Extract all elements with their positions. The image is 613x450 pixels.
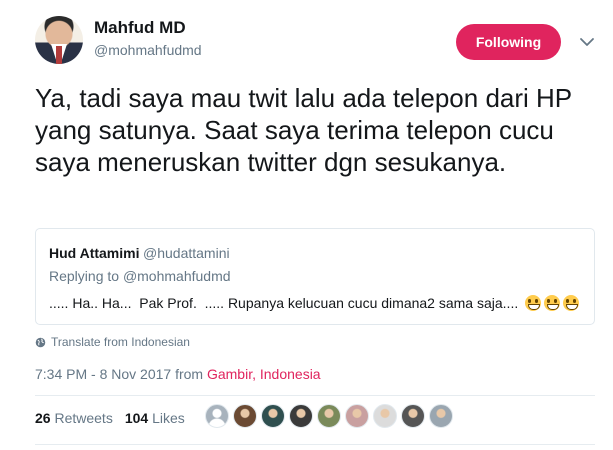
user-avatar-icon[interactable] (233, 404, 257, 428)
author-handle[interactable]: @mohmahfudmd (94, 42, 202, 58)
quoted-tweet-text: ..... Ha.. Ha... Pak Prof. ..... Rupanya… (49, 295, 580, 311)
quoted-tweet[interactable]: Hud Attamimi @hudattamini Replying to @m… (35, 228, 595, 325)
liker-avatars (205, 404, 457, 432)
likes-count: 104 (124, 410, 149, 426)
user-avatar-icon[interactable] (261, 404, 285, 428)
user-avatar-icon[interactable] (429, 404, 453, 428)
quoted-author-handle: @hudattamini (143, 245, 230, 261)
retweets-count: 26 (35, 410, 51, 426)
following-button[interactable]: Following (456, 24, 561, 60)
replying-to: Replying to @mohmahfudmd (49, 268, 231, 284)
user-avatar-icon[interactable] (289, 404, 313, 428)
likes-label: Likes (148, 410, 185, 426)
default-avatar-icon[interactable] (205, 404, 229, 428)
author-name[interactable]: Mahfud MD (94, 18, 186, 38)
user-avatar-icon[interactable] (401, 404, 425, 428)
divider (35, 444, 595, 445)
divider (35, 395, 595, 396)
replying-mention[interactable]: @mohmahfudmd (123, 268, 231, 284)
author-avatar[interactable] (35, 16, 83, 64)
replying-prefix: Replying to (49, 268, 123, 284)
quoted-text-body: ..... Ha.. Ha... Pak Prof. ..... Rupanya… (49, 295, 523, 311)
user-avatar-icon[interactable] (317, 404, 341, 428)
retweets-stat[interactable]: 26 Retweets (35, 410, 113, 426)
likes-stat[interactable]: 104 Likes (125, 410, 185, 426)
chevron-down-icon[interactable] (579, 34, 595, 50)
avatar-tie (56, 46, 62, 64)
user-avatar-icon[interactable] (345, 404, 369, 428)
user-avatar-icon[interactable] (373, 404, 397, 428)
grinning-face-icon (544, 295, 561, 311)
tweet-stats: 26 Retweets 104 Likes (35, 410, 185, 426)
tweet-text: Ya, tadi saya mau twit lalu ada telepon … (35, 83, 572, 177)
translate-link[interactable]: Translate from Indonesian (35, 335, 190, 349)
grinning-face-icon (525, 295, 542, 311)
grinning-face-icon (563, 295, 580, 311)
tweet-timestamp: 7:34 PM - 8 Nov 2017 from Gambir, Indone… (35, 366, 321, 382)
quoted-author-name: Hud Attamimi (49, 245, 140, 261)
retweets-label: Retweets (50, 410, 113, 426)
tweet-header: Mahfud MD @mohmahfudmd Following (35, 14, 595, 68)
translate-label: Translate from Indonesian (51, 335, 190, 349)
globe-icon (35, 337, 46, 347)
tweet-location[interactable]: Gambir, Indonesia (207, 366, 321, 382)
timestamp-time[interactable]: 7:34 PM - 8 Nov 2017 from (35, 366, 207, 382)
